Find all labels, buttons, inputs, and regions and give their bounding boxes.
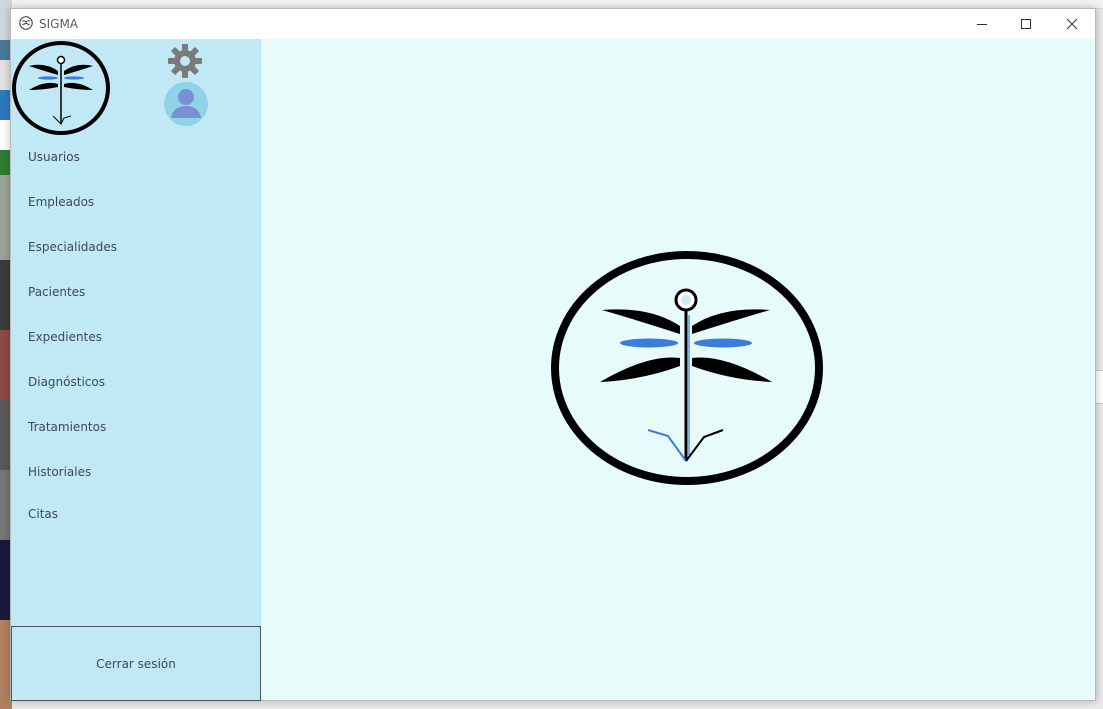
logout-label: Cerrar sesión: [96, 656, 176, 671]
title-bar[interactable]: SIGMA: [11, 9, 1095, 39]
maximize-button[interactable]: [1003, 9, 1049, 39]
app-window: SIGMA Usuarios Empleados Especialidades …: [10, 8, 1096, 701]
dragonfly-logo-icon: [12, 41, 110, 135]
maximize-icon: [1021, 19, 1031, 29]
gear-icon[interactable]: [167, 43, 203, 79]
window-title: SIGMA: [39, 17, 79, 31]
logout-button[interactable]: Cerrar sesión: [11, 626, 261, 701]
minimize-button[interactable]: [959, 9, 1005, 39]
sidebar: Usuarios Empleados Especialidades Pacien…: [11, 39, 261, 701]
sidebar-item-tratamientos[interactable]: Tratamientos: [28, 420, 106, 434]
close-button[interactable]: [1049, 9, 1095, 39]
close-icon: [1066, 18, 1078, 30]
sidebar-item-diagnosticos[interactable]: Diagnósticos: [28, 375, 105, 389]
user-avatar-icon[interactable]: [164, 82, 208, 126]
minimize-icon: [977, 24, 987, 25]
sidebar-item-expedientes[interactable]: Expedientes: [28, 330, 102, 344]
sidebar-item-historiales[interactable]: Historiales: [28, 465, 91, 479]
sidebar-item-pacientes[interactable]: Pacientes: [28, 285, 85, 299]
sidebar-item-especialidades[interactable]: Especialidades: [28, 240, 117, 254]
main-content: [261, 39, 1095, 700]
sidebar-item-usuarios[interactable]: Usuarios: [28, 150, 80, 164]
dragonfly-logo-large-icon: [551, 251, 823, 485]
sidebar-item-citas[interactable]: Citas: [28, 507, 58, 521]
app-logo-icon: [19, 16, 33, 30]
sidebar-item-empleados[interactable]: Empleados: [28, 195, 94, 209]
